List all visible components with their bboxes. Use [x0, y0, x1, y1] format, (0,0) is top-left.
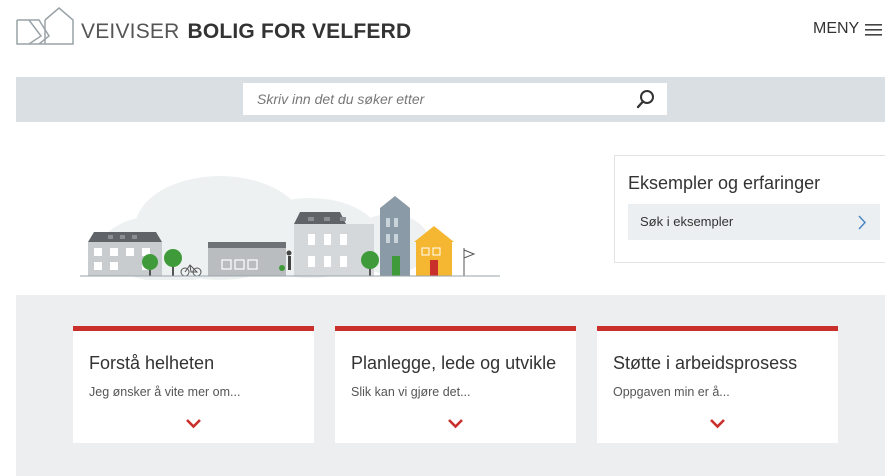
town-illustration [80, 176, 500, 280]
examples-panel: Eksempler og erfaringer Søk i eksempler [614, 155, 885, 263]
examples-title: Eksempler og erfaringer [628, 173, 821, 193]
site-header: VEIVISER BOLIG FOR VELFERD MENY [0, 0, 885, 66]
search-band [16, 77, 885, 122]
chevron-down-icon[interactable] [185, 418, 202, 429]
card-title: Forstå helheten [89, 353, 215, 373]
card-subtitle: Oppgaven min er å... [613, 385, 730, 399]
card-planlegge[interactable]: Planlegge, lede og utvikle Slik kan vi g… [335, 326, 576, 443]
hamburger-icon [865, 24, 882, 36]
chevron-down-icon[interactable] [447, 418, 464, 429]
menu-button[interactable]: MENY [813, 20, 885, 42]
card-subtitle: Jeg ønsker å vite mer om... [89, 385, 241, 399]
brand-light-text: VEIVISER [81, 20, 180, 43]
card-forsta-helheten[interactable]: Forstå helheten Jeg ønsker å vite mer om… [73, 326, 314, 443]
card-subtitle: Slik kan vi gjøre det... [351, 385, 471, 399]
search-examples-link[interactable]: Søk i eksempler [628, 204, 880, 240]
magnifier-icon[interactable] [635, 88, 657, 110]
menu-label: MENY [813, 20, 860, 37]
card-title: Planlegge, lede og utvikle [351, 353, 557, 373]
site-brand[interactable]: VEIVISER BOLIG FOR VELFERD [81, 20, 411, 44]
card-title: Støtte i arbeidsprosess [613, 353, 798, 373]
logo-icon[interactable] [15, 6, 75, 46]
left-edge [0, 66, 16, 476]
chevron-down-icon[interactable] [709, 418, 726, 429]
search-examples-label: Søk i eksempler [640, 214, 734, 229]
card-stotte[interactable]: Støtte i arbeidsprosess Oppgaven min er … [597, 326, 838, 443]
search-input[interactable] [243, 83, 641, 115]
search-box [243, 83, 667, 115]
chevron-right-icon [858, 215, 867, 230]
brand-bold-text: BOLIG FOR VELFERD [187, 20, 412, 43]
